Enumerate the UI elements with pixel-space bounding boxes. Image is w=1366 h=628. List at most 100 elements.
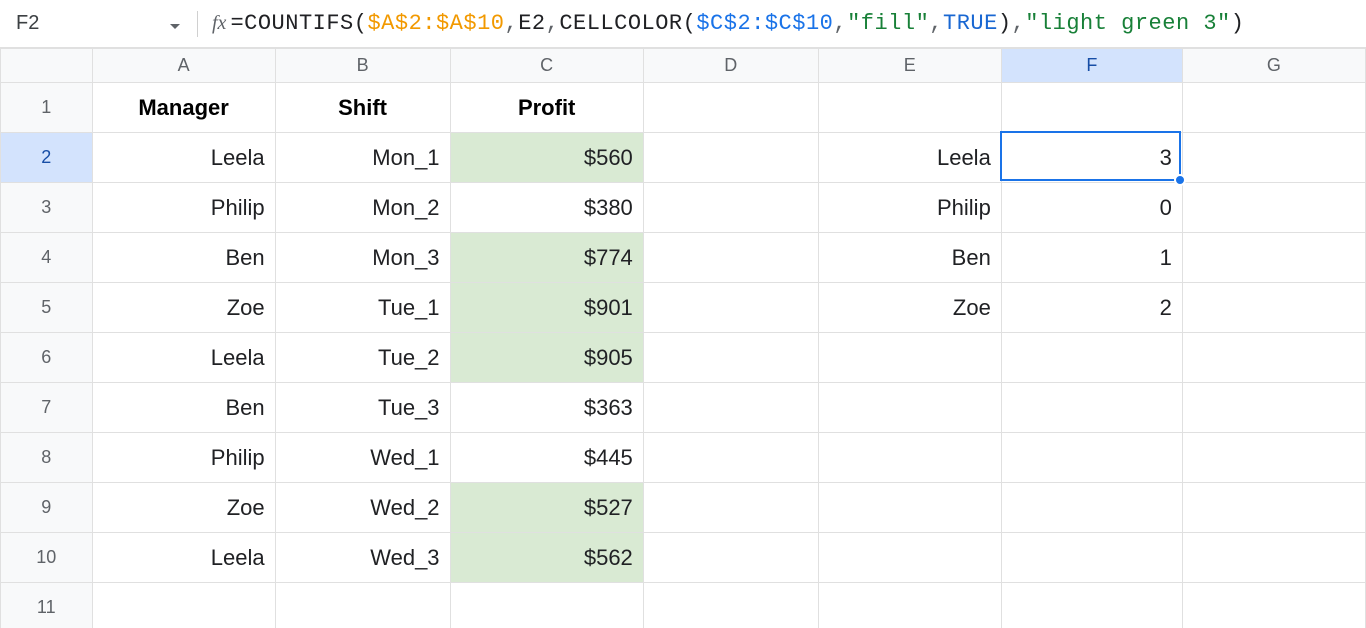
cell-C9[interactable]: $527 xyxy=(450,483,643,533)
cell-D9[interactable] xyxy=(643,483,818,533)
cell-E8[interactable] xyxy=(818,433,1001,483)
cell-C6[interactable]: $905 xyxy=(450,333,643,383)
row-header-1[interactable]: 1 xyxy=(1,83,93,133)
cell-C4[interactable]: $774 xyxy=(450,233,643,283)
cell-E1[interactable] xyxy=(818,83,1001,133)
cell-E7[interactable] xyxy=(818,383,1001,433)
cell-C11[interactable] xyxy=(450,583,643,628)
spreadsheet[interactable]: ABCDEFG 1ManagerShiftProfit2LeelaMon_1$5… xyxy=(0,48,1366,628)
cell-B10[interactable]: Wed_3 xyxy=(275,533,450,583)
row-header-7[interactable]: 7 xyxy=(1,383,93,433)
column-header-D[interactable]: D xyxy=(643,49,818,83)
cell-G11[interactable] xyxy=(1182,583,1365,628)
cell-E3[interactable]: Philip xyxy=(818,183,1001,233)
cell-D10[interactable] xyxy=(643,533,818,583)
cell-A11[interactable] xyxy=(92,583,275,628)
column-header-G[interactable]: G xyxy=(1182,49,1365,83)
column-header-C[interactable]: C xyxy=(450,49,643,83)
cell-E6[interactable] xyxy=(818,333,1001,383)
cell-D7[interactable] xyxy=(643,383,818,433)
cell-A1[interactable]: Manager xyxy=(92,83,275,133)
cell-F7[interactable] xyxy=(1001,383,1182,433)
cell-C8[interactable]: $445 xyxy=(450,433,643,483)
cell-A9[interactable]: Zoe xyxy=(92,483,275,533)
cell-C1[interactable]: Profit xyxy=(450,83,643,133)
cell-G8[interactable] xyxy=(1182,433,1365,483)
cell-A10[interactable]: Leela xyxy=(92,533,275,583)
cell-E2[interactable]: Leela xyxy=(818,133,1001,183)
cell-F9[interactable] xyxy=(1001,483,1182,533)
cell-D2[interactable] xyxy=(643,133,818,183)
cell-D3[interactable] xyxy=(643,183,818,233)
cell-A6[interactable]: Leela xyxy=(92,333,275,383)
column-header-E[interactable]: E xyxy=(818,49,1001,83)
cell-A3[interactable]: Philip xyxy=(92,183,275,233)
cell-E4[interactable]: Ben xyxy=(818,233,1001,283)
cell-A5[interactable]: Zoe xyxy=(92,283,275,333)
cell-B2[interactable]: Mon_1 xyxy=(275,133,450,183)
row-header-2[interactable]: 2 xyxy=(1,133,93,183)
cell-G10[interactable] xyxy=(1182,533,1365,583)
row-header-8[interactable]: 8 xyxy=(1,433,93,483)
formula-input[interactable]: =COUNTIFS($A$2:$A$10,E2,CELLCOLOR($C$2:$… xyxy=(230,0,1360,47)
column-header-B[interactable]: B xyxy=(275,49,450,83)
cell-D5[interactable] xyxy=(643,283,818,333)
cell-B1[interactable]: Shift xyxy=(275,83,450,133)
cell-D6[interactable] xyxy=(643,333,818,383)
cell-G4[interactable] xyxy=(1182,233,1365,283)
cell-D11[interactable] xyxy=(643,583,818,628)
column-header-A[interactable]: A xyxy=(92,49,275,83)
cell-G5[interactable] xyxy=(1182,283,1365,333)
cell-F3[interactable]: 0 xyxy=(1001,183,1182,233)
cell-C7[interactable]: $363 xyxy=(450,383,643,433)
cell-A4[interactable]: Ben xyxy=(92,233,275,283)
cell-B6[interactable]: Tue_2 xyxy=(275,333,450,383)
cell-E11[interactable] xyxy=(818,583,1001,628)
cell-B7[interactable]: Tue_3 xyxy=(275,383,450,433)
cell-D8[interactable] xyxy=(643,433,818,483)
cell-B9[interactable]: Wed_2 xyxy=(275,483,450,533)
cell-F11[interactable] xyxy=(1001,583,1182,628)
cell-F2[interactable]: 3 xyxy=(1001,133,1182,183)
row-header-11[interactable]: 11 xyxy=(1,583,93,628)
cell-F6[interactable] xyxy=(1001,333,1182,383)
row-header-10[interactable]: 10 xyxy=(1,533,93,583)
cell-E9[interactable] xyxy=(818,483,1001,533)
cell-G9[interactable] xyxy=(1182,483,1365,533)
cell-B3[interactable]: Mon_2 xyxy=(275,183,450,233)
row-header-5[interactable]: 5 xyxy=(1,283,93,333)
row-header-4[interactable]: 4 xyxy=(1,233,93,283)
cell-B4[interactable]: Mon_3 xyxy=(275,233,450,283)
cell-A7[interactable]: Ben xyxy=(92,383,275,433)
select-all-corner[interactable] xyxy=(1,49,93,83)
row-header-9[interactable]: 9 xyxy=(1,483,93,533)
cell-C2[interactable]: $560 xyxy=(450,133,643,183)
cell-B8[interactable]: Wed_1 xyxy=(275,433,450,483)
cell-B11[interactable] xyxy=(275,583,450,628)
cell-C5[interactable]: $901 xyxy=(450,283,643,333)
name-box[interactable]: F2 xyxy=(6,0,161,47)
cell-A2[interactable]: Leela xyxy=(92,133,275,183)
cell-F5[interactable]: 2 xyxy=(1001,283,1182,333)
cell-F10[interactable] xyxy=(1001,533,1182,583)
cell-D4[interactable] xyxy=(643,233,818,283)
column-header-F[interactable]: F xyxy=(1001,49,1182,83)
cell-E5[interactable]: Zoe xyxy=(818,283,1001,333)
cell-E10[interactable] xyxy=(818,533,1001,583)
cell-G7[interactable] xyxy=(1182,383,1365,433)
cell-D1[interactable] xyxy=(643,83,818,133)
name-box-dropdown[interactable] xyxy=(161,10,189,38)
cell-A8[interactable]: Philip xyxy=(92,433,275,483)
cell-F1[interactable] xyxy=(1001,83,1182,133)
cell-G2[interactable] xyxy=(1182,133,1365,183)
cell-G1[interactable] xyxy=(1182,83,1365,133)
cell-B5[interactable]: Tue_1 xyxy=(275,283,450,333)
cell-C3[interactable]: $380 xyxy=(450,183,643,233)
cell-C10[interactable]: $562 xyxy=(450,533,643,583)
cell-G3[interactable] xyxy=(1182,183,1365,233)
cell-G6[interactable] xyxy=(1182,333,1365,383)
cell-F8[interactable] xyxy=(1001,433,1182,483)
row-header-6[interactable]: 6 xyxy=(1,333,93,383)
row-header-3[interactable]: 3 xyxy=(1,183,93,233)
cell-F4[interactable]: 1 xyxy=(1001,233,1182,283)
